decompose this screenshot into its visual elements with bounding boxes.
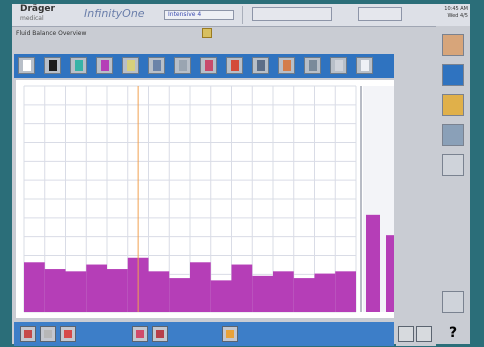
summary-bar <box>386 235 394 312</box>
header-divider <box>242 6 243 24</box>
bar <box>86 264 107 312</box>
flag-icon-glyph <box>64 330 72 338</box>
header-action-button[interactable] <box>358 7 402 21</box>
bookmark-icon[interactable] <box>202 28 212 38</box>
bottom-toolbar <box>14 322 394 346</box>
bar <box>190 262 211 312</box>
syringe-icon-glyph <box>75 60 83 71</box>
tube-icon-glyph <box>205 60 213 71</box>
tube-icon[interactable] <box>278 57 295 74</box>
fluid-chart <box>23 85 394 313</box>
lamp-icon-glyph <box>226 330 234 338</box>
columns-icon[interactable] <box>442 291 464 313</box>
note-icon[interactable] <box>148 57 165 74</box>
close-cross-icon-glyph <box>179 60 187 71</box>
blood-icon[interactable] <box>226 57 243 74</box>
triangle-icon[interactable] <box>442 34 464 56</box>
paper-icon-glyph <box>24 330 32 338</box>
summary-bar <box>366 214 380 312</box>
bar <box>65 271 87 312</box>
pill-icon-glyph <box>257 60 265 71</box>
tray-icon[interactable] <box>132 326 148 342</box>
wrench-icon[interactable] <box>96 57 113 74</box>
bar <box>314 273 336 312</box>
bag-icon[interactable] <box>122 57 139 74</box>
table-icon[interactable] <box>330 57 347 74</box>
pill-icon[interactable] <box>252 57 269 74</box>
paper-icon[interactable] <box>20 326 36 342</box>
tray-icon-glyph <box>136 330 144 338</box>
chart-icon-glyph <box>309 60 317 71</box>
folder-icon[interactable] <box>40 326 56 342</box>
lamp-icon[interactable] <box>222 326 238 342</box>
header-blank-field[interactable] <box>252 7 332 21</box>
drop-icon-glyph <box>49 60 57 71</box>
arc-icon[interactable] <box>442 64 464 86</box>
clock-alt-icon[interactable] <box>416 326 432 342</box>
wrench-icon-glyph <box>101 60 109 71</box>
header-bar: Dräger medical InfinityOne Intensive 4 1… <box>12 4 470 27</box>
trend-icon[interactable] <box>442 124 464 146</box>
fluid-icon-glyph <box>23 60 31 71</box>
monitor-icon[interactable] <box>356 57 373 74</box>
clock: 10:45 AM Wed 4/5 <box>444 6 468 19</box>
tube-icon[interactable] <box>200 57 217 74</box>
close-cross-icon[interactable] <box>174 57 191 74</box>
print-icon[interactable] <box>442 154 464 176</box>
bar <box>335 271 356 312</box>
scale-icon-glyph <box>156 330 164 338</box>
logo: Dräger medical <box>20 4 55 23</box>
bar <box>107 269 128 312</box>
panel-title: Fluid Balance Overview <box>16 30 87 37</box>
toolbar <box>14 54 394 78</box>
bar <box>252 275 273 312</box>
syringe-icon[interactable] <box>70 57 87 74</box>
bar <box>169 278 190 312</box>
note-icon-glyph <box>153 60 161 71</box>
bar <box>24 262 45 312</box>
bar <box>44 269 66 312</box>
calendar-icon[interactable] <box>442 94 464 116</box>
help-icon[interactable]: ? <box>442 322 464 344</box>
table-icon-glyph <box>335 60 343 71</box>
tube-icon-glyph <box>283 60 291 71</box>
right-toolbar <box>436 26 470 344</box>
bar <box>148 271 170 312</box>
bar <box>293 278 315 312</box>
drop-icon[interactable] <box>44 57 61 74</box>
bottom-right-tools <box>396 322 436 346</box>
fluid-icon[interactable] <box>18 57 35 74</box>
patient-dropdown[interactable]: Intensive 4 <box>164 10 234 20</box>
monitor-icon-glyph <box>361 60 369 71</box>
flag-icon[interactable] <box>60 326 76 342</box>
bag-icon-glyph <box>127 60 135 71</box>
app-window: Dräger medical InfinityOne Intensive 4 1… <box>12 4 470 346</box>
blood-icon-glyph <box>231 60 239 71</box>
bar <box>231 264 253 312</box>
clock-icon[interactable] <box>398 326 414 342</box>
scale-icon[interactable] <box>152 326 168 342</box>
column-separator <box>360 86 362 312</box>
bar <box>210 280 232 312</box>
folder-icon-glyph <box>44 330 52 338</box>
bar <box>273 271 294 312</box>
app-title: InfinityOne <box>84 7 145 20</box>
chart-icon[interactable] <box>304 57 321 74</box>
